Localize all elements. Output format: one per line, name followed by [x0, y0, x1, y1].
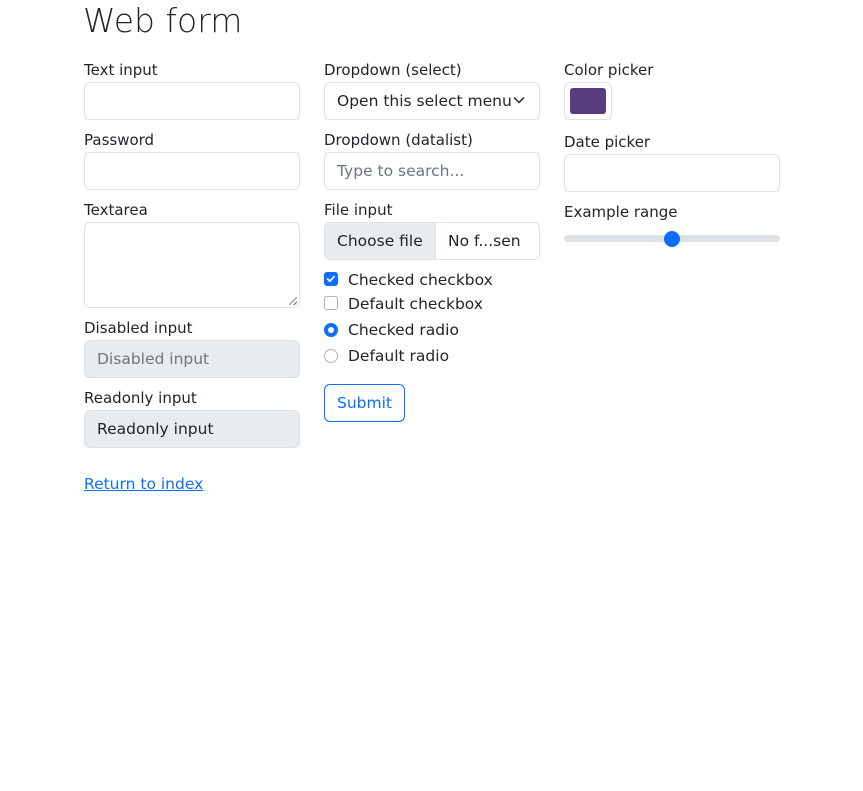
datalist-label: Dropdown (datalist) — [324, 131, 473, 149]
file-name: No f...sen — [448, 232, 521, 250]
submit-wrapper: Submit — [324, 384, 540, 422]
checked-radio-label: Checked radio — [348, 321, 459, 339]
column-middle: Dropdown (select) Open this select menu … — [324, 60, 540, 422]
choose-file-button[interactable]: Choose file — [325, 223, 436, 259]
checked-radio-row[interactable]: Checked radio — [324, 318, 540, 342]
textarea-group: Textarea — [84, 200, 300, 318]
disabled-input-group: Disabled input Disabled input — [84, 318, 300, 388]
date-picker-label: Date picker — [564, 133, 651, 151]
disabled-input-label: Disabled input — [84, 319, 193, 337]
select-dropdown[interactable]: Open this select menu — [324, 82, 540, 120]
return-to-index-link[interactable]: Return to index — [84, 474, 203, 494]
file-input[interactable]: Choose file No f...sen — [324, 222, 540, 260]
text-input-label: Text input — [84, 61, 158, 79]
password-input[interactable] — [84, 152, 300, 190]
readonly-input-group: Readonly input Readonly input — [84, 388, 300, 448]
select-label: Dropdown (select) — [324, 61, 462, 79]
page-title: Web form — [83, 1, 243, 40]
datalist-group: Dropdown (datalist) Type to search... — [324, 130, 540, 200]
checkbox-checked[interactable] — [324, 272, 338, 286]
default-checkbox-label: Default checkbox — [348, 295, 483, 313]
color-picker[interactable] — [564, 82, 612, 120]
range-label: Example range — [564, 203, 678, 221]
radio-default[interactable] — [324, 349, 338, 363]
submit-button[interactable]: Submit — [324, 384, 405, 422]
password-label: Password — [84, 131, 155, 149]
column-left: Text input Password Textarea Disabled in… — [84, 60, 300, 448]
date-picker-group: Date picker — [564, 132, 780, 202]
checkbox-default[interactable] — [324, 296, 338, 310]
disabled-input: Disabled input — [84, 340, 300, 378]
color-swatch — [570, 88, 606, 114]
column-right: Color picker Date picker Example range — [564, 60, 780, 248]
password-group: Password — [84, 130, 300, 200]
checked-checkbox-row[interactable]: Checked checkbox — [324, 268, 540, 292]
select-group: Dropdown (select) Open this select menu — [324, 60, 540, 130]
range-slider[interactable] — [564, 224, 780, 248]
range-group: Example range — [564, 202, 780, 248]
text-input-group: Text input — [84, 60, 300, 130]
resize-grip-icon[interactable] — [289, 297, 297, 305]
file-input-label: File input — [324, 201, 393, 219]
readonly-input-label: Readonly input — [84, 389, 197, 407]
color-picker-group: Color picker — [564, 60, 780, 132]
checked-checkbox-label: Checked checkbox — [348, 271, 493, 289]
default-radio-label: Default radio — [348, 347, 450, 365]
range-thumb[interactable] — [664, 231, 680, 247]
textarea[interactable] — [84, 222, 300, 308]
readonly-input[interactable]: Readonly input — [84, 410, 300, 448]
radio-checked[interactable] — [324, 323, 338, 337]
select-value: Open this select menu — [337, 92, 512, 110]
file-input-group: File input Choose file No f...sen — [324, 200, 540, 270]
color-picker-label: Color picker — [564, 61, 654, 79]
checkmark-icon — [326, 275, 335, 283]
default-checkbox-row[interactable]: Default checkbox — [324, 292, 540, 316]
chevron-down-icon — [513, 97, 525, 104]
page: Web form Text input Password Textarea Di… — [0, 0, 863, 791]
textarea-label: Textarea — [84, 201, 148, 219]
default-radio-row[interactable]: Default radio — [324, 344, 540, 368]
date-picker-input[interactable] — [564, 154, 780, 192]
datalist-input[interactable]: Type to search... — [324, 152, 540, 190]
text-input[interactable] — [84, 82, 300, 120]
